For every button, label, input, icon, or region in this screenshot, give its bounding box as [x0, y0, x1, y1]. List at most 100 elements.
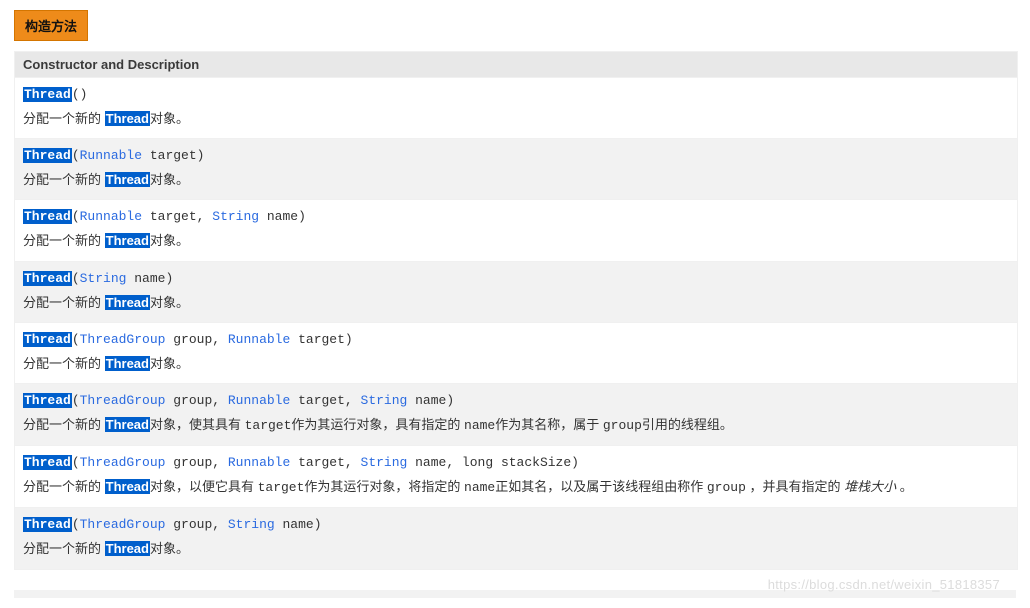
highlighted-keyword: Thread: [23, 517, 72, 532]
inline-code: target: [245, 418, 292, 433]
highlighted-keyword: Thread: [23, 332, 72, 347]
desc-text: 对象。: [150, 172, 189, 187]
inline-code: target: [258, 480, 305, 495]
sig-text: (: [72, 393, 80, 408]
sig-text: name): [259, 209, 306, 224]
constructor-description: 分配一个新的 Thread对象。: [23, 538, 1009, 560]
type-link[interactable]: ThreadGroup: [80, 517, 166, 532]
constructor-row: Thread(Runnable target, String name) 分配一…: [15, 200, 1017, 261]
sig-text: group,: [165, 455, 227, 470]
type-link[interactable]: Runnable: [80, 209, 142, 224]
constructor-row: Thread(String name) 分配一个新的 Thread对象。: [15, 262, 1017, 323]
sig-text: name, long stackSize): [407, 455, 579, 470]
desc-text: 分配一个新的: [23, 172, 105, 187]
desc-text: ，并具有指定的: [746, 479, 844, 494]
desc-text: 对象，以便它具有: [150, 479, 258, 494]
highlighted-keyword: Thread: [105, 356, 150, 371]
desc-text: 对象。: [150, 356, 189, 371]
inline-code: group: [603, 418, 642, 433]
sig-text: (: [72, 148, 80, 163]
sig-text: name): [407, 393, 454, 408]
highlighted-keyword: Thread: [23, 87, 72, 102]
constructor-signature: Thread(ThreadGroup group, String name): [23, 514, 1009, 536]
sig-text: group,: [165, 332, 227, 347]
sig-text: (: [72, 455, 80, 470]
inline-code: name: [464, 418, 495, 433]
highlighted-keyword: Thread: [23, 148, 72, 163]
constructor-description: 分配一个新的 Thread对象，以便它具有 target作为其运行对象，将指定的…: [23, 476, 1009, 499]
highlighted-keyword: Thread: [105, 172, 150, 187]
sig-text: (: [72, 517, 80, 532]
highlighted-keyword: Thread: [105, 233, 150, 248]
desc-text: 引用的线程组。: [642, 417, 733, 432]
type-link[interactable]: ThreadGroup: [80, 455, 166, 470]
type-link[interactable]: String: [361, 455, 408, 470]
constructor-description: 分配一个新的 Thread对象，使其具有 target作为其运行对象，具有指定的…: [23, 414, 1009, 437]
type-link[interactable]: ThreadGroup: [80, 393, 166, 408]
constructor-row: Thread() 分配一个新的 Thread对象。: [15, 78, 1017, 139]
bottom-bar: https://blog.csdn.net/weixin_51818357: [14, 590, 1016, 598]
desc-text: 对象。: [150, 233, 189, 248]
inline-code: group: [707, 480, 746, 495]
desc-text: 对象。: [150, 295, 189, 310]
desc-text: 分配一个新的: [23, 417, 105, 432]
type-link[interactable]: Runnable: [228, 393, 290, 408]
type-link[interactable]: String: [212, 209, 259, 224]
sig-text: target): [142, 148, 204, 163]
highlighted-keyword: Thread: [105, 541, 150, 556]
table-header: Constructor and Description: [15, 52, 1017, 78]
constructor-signature: Thread(): [23, 84, 1009, 106]
sig-text: (: [72, 271, 80, 286]
watermark-text: https://blog.csdn.net/weixin_51818357: [768, 577, 1000, 592]
constructor-description: 分配一个新的 Thread对象。: [23, 169, 1009, 191]
constructor-signature: Thread(Runnable target, String name): [23, 206, 1009, 228]
highlighted-keyword: Thread: [23, 209, 72, 224]
constructor-description: 分配一个新的 Thread对象。: [23, 353, 1009, 375]
sig-text: name): [275, 517, 322, 532]
type-link[interactable]: Runnable: [80, 148, 142, 163]
type-link[interactable]: Runnable: [228, 332, 290, 347]
sig-text: target,: [142, 209, 212, 224]
desc-text: 对象。: [150, 541, 189, 556]
highlighted-keyword: Thread: [105, 417, 150, 432]
sig-text: (: [72, 332, 80, 347]
constructors-table: Constructor and Description Thread() 分配一…: [14, 51, 1018, 570]
type-link[interactable]: String: [361, 393, 408, 408]
highlighted-keyword: Thread: [105, 295, 150, 310]
sig-text: group,: [165, 517, 227, 532]
desc-text: 分配一个新的: [23, 356, 105, 371]
constructor-row: Thread(ThreadGroup group, Runnable targe…: [15, 446, 1017, 508]
desc-text: 分配一个新的: [23, 295, 105, 310]
constructor-description: 分配一个新的 Thread对象。: [23, 230, 1009, 252]
type-link[interactable]: String: [80, 271, 127, 286]
type-link[interactable]: ThreadGroup: [80, 332, 166, 347]
highlighted-keyword: Thread: [23, 455, 72, 470]
desc-text: 分配一个新的: [23, 233, 105, 248]
italic-text: 堆栈大小: [844, 479, 896, 494]
sig-text: target,: [290, 393, 360, 408]
sig-text: target,: [290, 455, 360, 470]
inline-code: name: [464, 480, 495, 495]
sig-text: group,: [165, 393, 227, 408]
highlighted-keyword: Thread: [23, 271, 72, 286]
desc-text: 分配一个新的: [23, 111, 105, 126]
constructor-signature: Thread(String name): [23, 268, 1009, 290]
constructor-signature: Thread(ThreadGroup group, Runnable targe…: [23, 452, 1009, 474]
constructor-row: Thread(Runnable target) 分配一个新的 Thread对象。: [15, 139, 1017, 200]
desc-text: 正如其名，以及属于该线程组由称作: [495, 479, 707, 494]
sig-text: (: [72, 209, 80, 224]
type-link[interactable]: String: [228, 517, 275, 532]
constructor-row: Thread(ThreadGroup group, Runnable targe…: [15, 323, 1017, 384]
constructor-description: 分配一个新的 Thread对象。: [23, 108, 1009, 130]
highlighted-keyword: Thread: [105, 111, 150, 126]
desc-text: 分配一个新的: [23, 479, 105, 494]
constructor-row: Thread (ThreadGroup group, Runnable targe…: [15, 384, 1017, 446]
desc-text: 作为其名称，属于: [495, 417, 603, 432]
type-link[interactable]: Runnable: [228, 455, 290, 470]
desc-text: 。: [896, 479, 913, 494]
desc-text: 对象。: [150, 111, 189, 126]
constructor-row: Thread(ThreadGroup group, String name) 分…: [15, 508, 1017, 569]
highlighted-keyword: Thread: [105, 479, 150, 494]
header-button: 构造方法: [14, 10, 88, 41]
sig-text: name): [126, 271, 173, 286]
